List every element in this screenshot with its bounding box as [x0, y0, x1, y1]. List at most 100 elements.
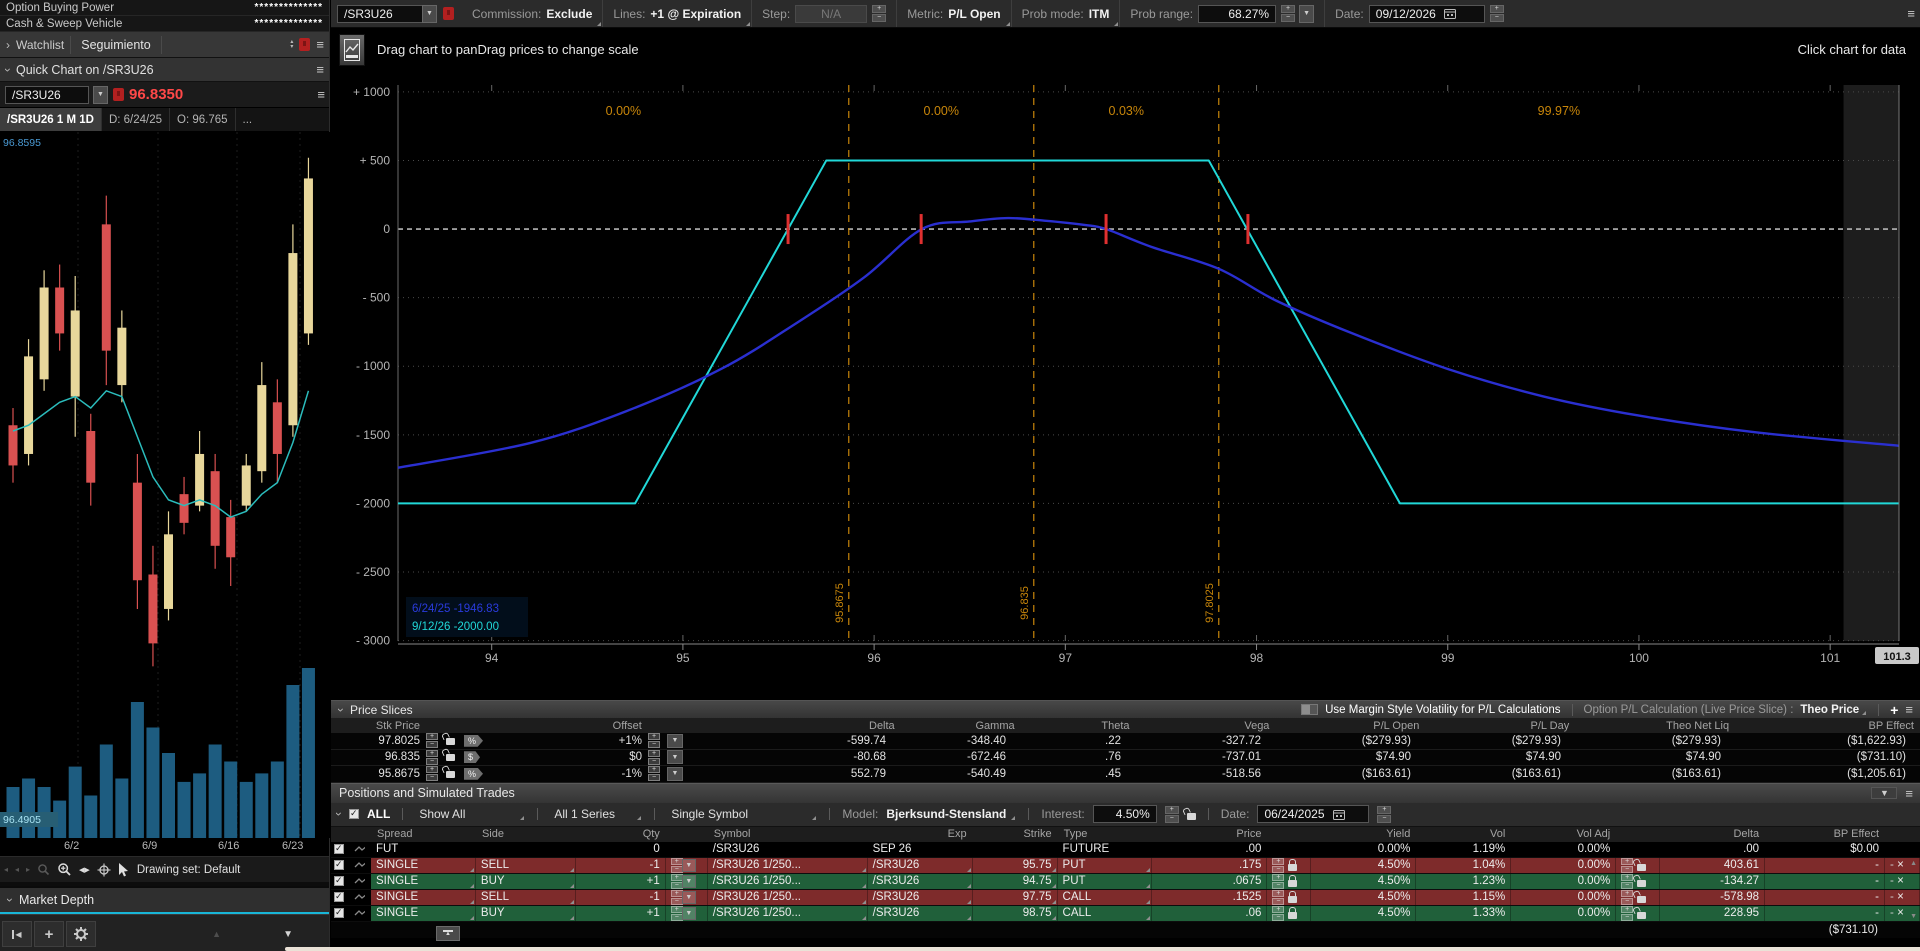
price-controls[interactable]: +−: [1267, 858, 1311, 873]
spread-cell[interactable]: SINGLE: [371, 890, 476, 905]
symbol-input[interactable]: /SR3U26: [5, 86, 89, 104]
calendar-icon[interactable]: [1333, 809, 1345, 820]
column-header[interactable]: [349, 827, 371, 842]
margin-volatility-toggle[interactable]: [1301, 704, 1318, 715]
side-cell[interactable]: SELL: [476, 858, 576, 873]
type-cell[interactable]: CALL: [1058, 890, 1153, 905]
spread-cell[interactable]: FUT: [371, 842, 476, 857]
column-header[interactable]: [1616, 827, 1660, 842]
analyze-trade-icon[interactable]: [354, 844, 365, 854]
scroll-up-icon[interactable]: ▲: [1910, 860, 1917, 867]
collapse-up-icon[interactable]: ▲: [212, 929, 221, 939]
column-header[interactable]: Type: [1058, 827, 1153, 842]
series-dropdown[interactable]: All 1 Series: [550, 807, 642, 821]
pl-calc-value[interactable]: Theo Price: [1800, 704, 1867, 716]
offset-stepper[interactable]: +−: [648, 750, 668, 765]
unlock-icon[interactable]: [446, 750, 464, 764]
offset-mode-tag[interactable]: %: [464, 768, 498, 780]
column-header[interactable]: P/L Open: [1275, 718, 1425, 733]
stk-price-value[interactable]: 95.8675: [331, 766, 426, 782]
lines-dropdown[interactable]: Lines: +1 @ Expiration: [603, 0, 752, 27]
exp-cell[interactable]: /SR3U26: [868, 874, 973, 889]
column-header[interactable]: Stk Price: [331, 718, 498, 733]
unlock-icon[interactable]: [1187, 813, 1196, 820]
type-cell[interactable]: FUTURE: [1058, 842, 1153, 857]
column-header[interactable]: Exp: [868, 827, 973, 842]
side-cell[interactable]: BUY: [476, 874, 576, 889]
symbol-mode-dropdown[interactable]: Single Symbol: [667, 807, 817, 821]
symbol-cell[interactable]: /SR3U26 1/250...: [708, 858, 868, 873]
add-price-slice-button[interactable]: +: [1890, 702, 1898, 718]
quick-chart-candles[interactable]: 96.859596.4905: [0, 132, 330, 838]
offset-mode-tag[interactable]: $: [464, 751, 498, 763]
watchlist-tab-seguimiento[interactable]: Seguimiento: [70, 36, 162, 54]
commission-dropdown[interactable]: Commission: Exclude: [462, 0, 603, 27]
zoom-out-icon[interactable]: [37, 863, 50, 876]
model-dropdown[interactable]: Bjerksund-Stensland: [886, 807, 1016, 821]
column-header[interactable]: [666, 827, 708, 842]
column-header[interactable]: [1885, 827, 1920, 842]
vol-adj-controls[interactable]: +−: [1616, 890, 1660, 905]
exp-cell[interactable]: SEP 26: [868, 842, 973, 857]
unlock-icon[interactable]: [446, 734, 464, 748]
chevron-down-icon[interactable]: ›: [1, 68, 15, 72]
exp-cell[interactable]: /SR3U26: [868, 906, 973, 921]
offset-mode-tag[interactable]: %: [464, 735, 498, 747]
column-header[interactable]: Theta: [1021, 718, 1136, 733]
analyze-trade-icon[interactable]: [354, 908, 365, 918]
price-controls[interactable]: +−: [1267, 874, 1311, 889]
row-checkbox[interactable]: [334, 892, 344, 902]
vol-adj-controls[interactable]: +−: [1616, 858, 1660, 873]
sort-icon[interactable]: ▴▾: [290, 40, 293, 50]
remove-row-button[interactable]: - ×: [1885, 874, 1920, 889]
prob-range-dropdown-button[interactable]: ▼: [1299, 5, 1314, 23]
strike-cell[interactable]: 98.75: [973, 906, 1058, 921]
price-slices-menu-icon[interactable]: ≡: [1905, 702, 1912, 717]
add-gadget-icon[interactable]: +: [34, 921, 64, 947]
row-checkbox[interactable]: [334, 908, 344, 918]
scroll-left-icon[interactable]: ◂: [15, 865, 19, 874]
offset-value[interactable]: $0: [498, 750, 648, 766]
symbol-cell[interactable]: /SR3U26 1/250...: [708, 890, 868, 905]
date-input[interactable]: 09/12/2026: [1369, 5, 1485, 23]
side-cell[interactable]: [476, 842, 576, 857]
chevron-down-icon[interactable]: ›: [334, 708, 348, 712]
symbol-cell[interactable]: /SR3U26: [708, 842, 868, 857]
column-header[interactable]: Qty: [576, 827, 666, 842]
side-cell[interactable]: SELL: [476, 890, 576, 905]
watchlist-label[interactable]: Watchlist: [16, 38, 64, 52]
strike-cell[interactable]: 95.75: [973, 858, 1058, 873]
price-controls[interactable]: +−: [1267, 890, 1311, 905]
alert-badge-icon[interactable]: [443, 7, 454, 20]
symbol-dropdown-button[interactable]: ▼: [93, 86, 108, 104]
offset-dropdown-button[interactable]: ▼: [667, 734, 683, 748]
cursor-icon[interactable]: [118, 863, 130, 877]
column-header[interactable]: Yield: [1311, 827, 1416, 842]
step-input[interactable]: N/A: [795, 5, 867, 23]
crosshair-icon[interactable]: [97, 863, 111, 877]
chevron-right-icon[interactable]: ›: [6, 38, 10, 52]
analyze-trade-icon[interactable]: [354, 860, 365, 870]
column-header[interactable]: Offset: [498, 718, 688, 733]
column-header[interactable]: Theo Net Liq: [1575, 718, 1735, 733]
unlock-icon[interactable]: [446, 767, 464, 781]
offset-dropdown-button[interactable]: ▼: [667, 750, 683, 764]
metric-dropdown[interactable]: Metric: P/L Open: [897, 0, 1011, 27]
show-all-dropdown[interactable]: Show All: [415, 807, 525, 821]
date-stepper[interactable]: +−: [1490, 5, 1504, 22]
quick-chart-menu-icon[interactable]: ≡: [316, 62, 323, 77]
row-checkbox[interactable]: [334, 844, 344, 854]
offset-stepper[interactable]: +−: [648, 766, 668, 781]
column-header[interactable]: BP Effect: [1765, 827, 1885, 842]
column-header[interactable]: Strike: [973, 827, 1058, 842]
prob-mode-dropdown[interactable]: Prob mode: ITM: [1012, 0, 1121, 27]
risk-profile-chart[interactable]: + 1000+ 5000- 500- 1000- 1500- 2000- 250…: [331, 75, 1920, 700]
step-stepper[interactable]: +−: [872, 5, 886, 22]
column-header[interactable]: Symbol: [708, 827, 868, 842]
spread-cell[interactable]: SINGLE: [371, 874, 476, 889]
row-checkbox[interactable]: [334, 876, 344, 886]
symbol-row-menu-icon[interactable]: ≡: [317, 87, 324, 102]
type-cell[interactable]: PUT: [1058, 858, 1153, 873]
column-header[interactable]: BP Effect: [1735, 718, 1920, 733]
positions-menu-icon[interactable]: ≡: [1905, 786, 1912, 801]
